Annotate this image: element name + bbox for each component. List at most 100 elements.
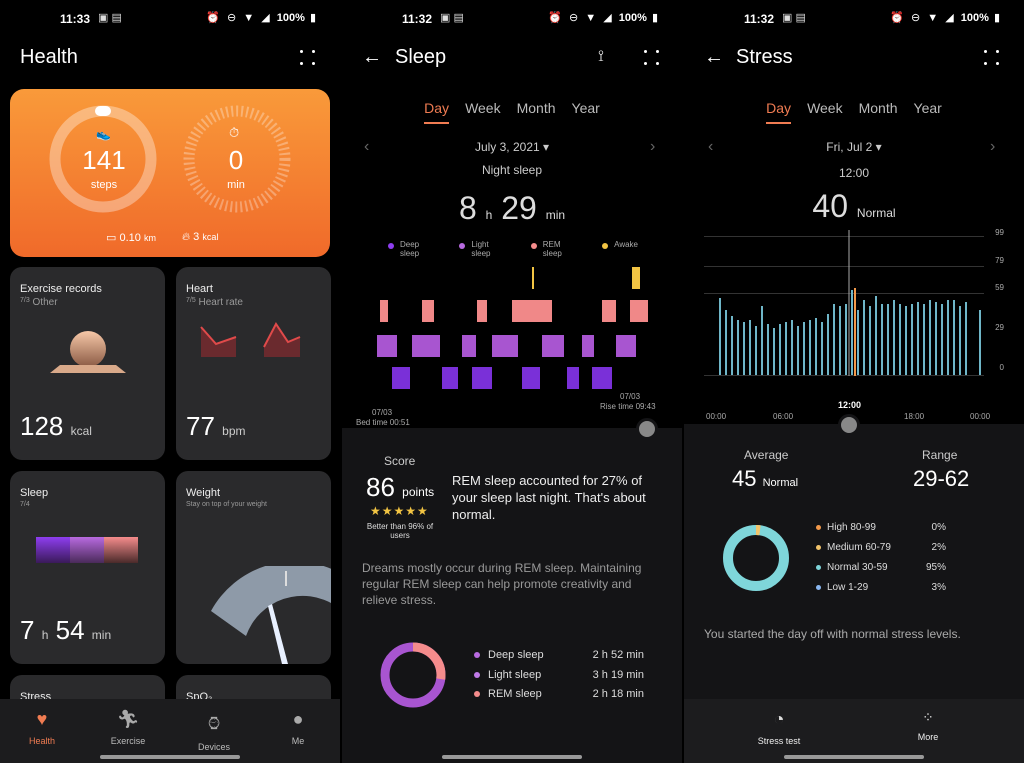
sleep-date: 7/4 xyxy=(20,501,30,508)
x-tick: 18:00 xyxy=(904,412,925,421)
sleep-details-panel: Score 86 points ★★★★★ Better than 96% of… xyxy=(342,418,682,763)
score-value: 86 points xyxy=(366,472,435,502)
sleep-duration: 8 h 29 min xyxy=(458,190,566,226)
sleep-stage-chart xyxy=(377,267,648,389)
status-time: 11:33 xyxy=(60,12,91,26)
sleep-legend: Deep sleep Light sleep REM sleep Awake xyxy=(388,240,638,258)
stress-test-button[interactable]: ◔ Stress test xyxy=(739,709,819,746)
tab-month[interactable]: Month xyxy=(517,100,556,122)
distance-stat: ▭ 0.10 km xyxy=(106,232,156,244)
weight-card[interactable]: Weight Stay on top of your weight xyxy=(176,471,331,664)
dropdown-icon: ▾ xyxy=(875,140,882,154)
rise-date: 07/03 xyxy=(620,392,641,401)
exercise-value: 128 kcal xyxy=(20,411,92,441)
bottom-nav: ♥ Health 🏃︎ Exercise ⌚︎ Devices ● Me xyxy=(0,699,340,763)
nav-devices[interactable]: ⌚︎ Devices xyxy=(174,709,254,752)
level-normal: Normal 30-59 95% xyxy=(816,562,946,573)
nav-me[interactable]: ● Me xyxy=(258,709,338,746)
bed-time: Bed time 00:51 xyxy=(356,418,410,427)
selected-time: 12:00 xyxy=(838,166,870,180)
tab-day[interactable]: Day xyxy=(424,100,450,124)
avatar-icon: ● xyxy=(292,709,304,729)
level-medium: Medium 60-79 2% xyxy=(816,542,946,553)
weight-gauge xyxy=(211,566,331,664)
steps-value: 141 xyxy=(82,145,126,175)
legend-deep: Deep sleep xyxy=(388,240,419,258)
steps-unit: steps xyxy=(90,179,118,191)
tab-day[interactable]: Day xyxy=(766,100,792,124)
heart-value: 77 bpm xyxy=(186,411,246,441)
average-label: Average xyxy=(744,448,789,462)
nav-exercise[interactable]: 🏃︎ Exercise xyxy=(88,709,168,746)
ruler-icon: ▭ xyxy=(106,232,117,244)
minutes-value: 0 xyxy=(228,145,244,175)
x-tick: 06:00 xyxy=(773,412,794,421)
weight-sub: Stay on top of your weight xyxy=(186,501,267,508)
exercise-sub: 7/3 Other xyxy=(20,297,58,308)
sleep-title: Sleep xyxy=(20,487,49,499)
exercise-card[interactable]: Exercise records 7/3 Other 128 kcal xyxy=(10,267,165,460)
heart-card[interactable]: Heart 7/5 Heart rate 77 bpm xyxy=(176,267,331,460)
level-high: High 80-99 0% xyxy=(816,522,946,533)
stress-chart: 99 79 59 29 0 00:00 06:00 12:00 18:00 00… xyxy=(704,228,1004,421)
next-icon[interactable]: › xyxy=(990,138,995,156)
bed-date: 07/03 xyxy=(372,408,393,417)
tab-week[interactable]: Week xyxy=(465,100,501,122)
heart-icon: ♥ xyxy=(36,709,48,729)
legend-light: Light sleep xyxy=(459,240,491,258)
gauge-icon: ◔ xyxy=(773,709,785,729)
shoe-icon: 👟 xyxy=(96,127,111,141)
heart-title: Heart xyxy=(186,283,213,295)
section-label: Night sleep xyxy=(481,163,543,177)
tab-week[interactable]: Week xyxy=(807,100,843,122)
nav-health[interactable]: ♥ Health xyxy=(2,709,82,746)
legend-awake: Awake xyxy=(602,240,638,258)
grid-dots-icon: ⁘ xyxy=(922,709,934,725)
home-indicator xyxy=(100,755,240,759)
more-button[interactable]: ⁘ More xyxy=(888,709,968,742)
status-bar: 11:32 ▣ ▤ ⏰ ⊖ ▼ ◢ 100% ▮ xyxy=(342,10,682,30)
date-selector[interactable]: Fri, Jul 2 ▾ xyxy=(684,140,1024,154)
x-tick: 12:00 xyxy=(838,400,862,410)
runner-icon: 🏃︎ xyxy=(116,709,140,729)
bottom-actions: ◔ Stress test ⁘ More xyxy=(684,699,1024,763)
range-value: 29-62 xyxy=(913,466,970,491)
expand-handle[interactable] xyxy=(838,414,860,436)
share-icon[interactable]: ⟟ xyxy=(598,48,604,66)
more-menu-icon[interactable] xyxy=(984,50,1000,66)
health-screen: 11:33 ▣ ▤ ⏰ ⊖ ▼ ◢ 100% ▮ Health 👟 141 st… xyxy=(0,0,340,763)
notification-icons: ▣ ▤ xyxy=(782,12,806,24)
tab-year[interactable]: Year xyxy=(914,100,942,122)
heart-sub: 7/5 Heart rate xyxy=(186,297,243,308)
stress-summary: You started the day off with normal stre… xyxy=(704,627,961,641)
weight-title: Weight xyxy=(186,487,221,499)
dream-text: Dreams mostly occur during REM sleep. Ma… xyxy=(362,561,642,607)
sleep-bars xyxy=(36,537,138,563)
system-icons: ⏰ ⊖ ▼ ◢ 100% ▮ xyxy=(548,12,660,24)
breakdown-rem: REM sleep 2 h 18 min xyxy=(474,688,644,700)
tab-year[interactable]: Year xyxy=(572,100,600,122)
better-than: Better than 96% of users xyxy=(366,522,434,540)
y-tick: 79 xyxy=(995,256,1004,265)
dropdown-icon: ▾ xyxy=(543,140,550,154)
level-low: Low 1-29 3% xyxy=(816,582,946,593)
back-arrow-icon[interactable]: ← xyxy=(362,46,382,69)
selected-stress: 40 Normal xyxy=(812,188,896,224)
sleep-card[interactable]: Sleep 7/4 7 h 54 min xyxy=(10,471,165,664)
back-arrow-icon[interactable]: ← xyxy=(704,46,724,69)
breakdown-deep: Deep sleep 2 h 52 min xyxy=(474,649,644,661)
expand-handle[interactable] xyxy=(636,418,658,440)
y-tick: 59 xyxy=(995,283,1004,292)
more-menu-icon[interactable] xyxy=(300,50,316,66)
sunrise-icon xyxy=(50,331,126,373)
flame-icon: 🔥︎ xyxy=(182,231,191,243)
activity-card[interactable]: 👟 141 steps ⏱ 0 min ▭ 0.10 km 🔥︎ 3 kcal xyxy=(10,89,330,257)
notification-icons: ▣ ▤ xyxy=(440,12,464,24)
stress-screen: 11:32 ▣ ▤ ⏰ ⊖ ▼ ◢ 100% ▮ ← Stress Day Wee… xyxy=(684,0,1024,763)
exercise-title: Exercise records xyxy=(20,283,102,295)
next-icon[interactable]: › xyxy=(650,138,655,156)
more-menu-icon[interactable] xyxy=(644,50,660,66)
date-selector[interactable]: July 3, 2021 ▾ xyxy=(342,140,682,154)
rem-summary: REM sleep accounted for 27% of your slee… xyxy=(452,473,646,522)
tab-month[interactable]: Month xyxy=(859,100,898,122)
